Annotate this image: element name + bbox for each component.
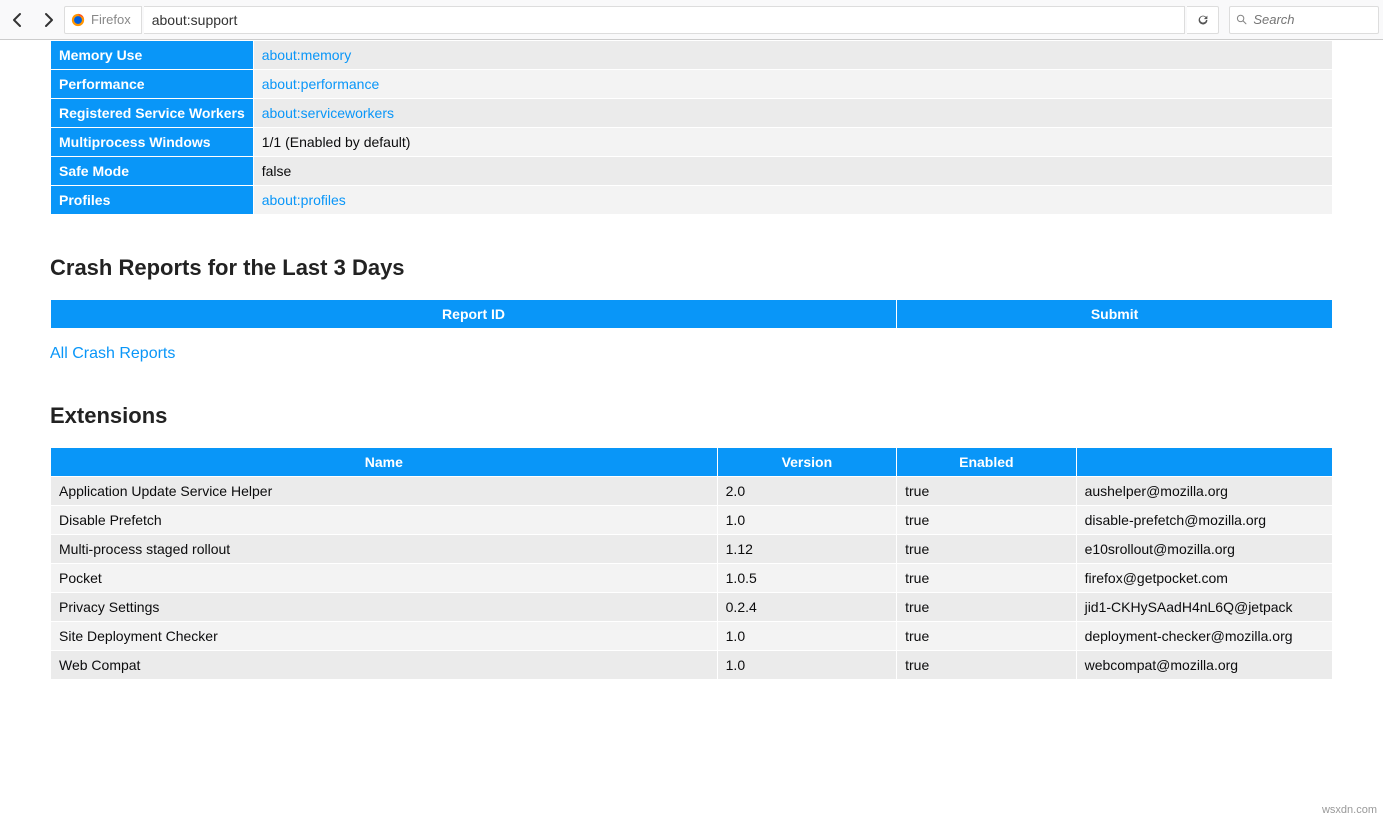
extensions-table: Name Version Enabled Application Update … bbox=[50, 447, 1333, 680]
ext-cell-id: deployment-checker@mozilla.org bbox=[1076, 622, 1332, 651]
basics-row-value[interactable]: about:memory bbox=[253, 41, 1332, 70]
extension-row: Pocket1.0.5truefirefox@getpocket.com bbox=[51, 564, 1333, 593]
ext-cell-version: 2.0 bbox=[717, 477, 896, 506]
reload-icon bbox=[1196, 13, 1210, 27]
extensions-heading: Extensions bbox=[50, 403, 1333, 429]
basics-link[interactable]: about:memory bbox=[262, 47, 351, 63]
url-bar[interactable] bbox=[144, 6, 1185, 34]
basics-row-value[interactable]: about:performance bbox=[253, 70, 1332, 99]
basics-link[interactable]: about:serviceworkers bbox=[262, 105, 394, 121]
extension-row: Site Deployment Checker1.0truedeployment… bbox=[51, 622, 1333, 651]
all-crash-reports-link[interactable]: All Crash Reports bbox=[50, 345, 175, 363]
ext-cell-enabled: true bbox=[897, 506, 1076, 535]
extension-row: Disable Prefetch1.0truedisable-prefetch@… bbox=[51, 506, 1333, 535]
ext-col-version: Version bbox=[717, 448, 896, 477]
ext-cell-id: jid1-CKHySAadH4nL6Q@jetpack bbox=[1076, 593, 1332, 622]
arrow-left-icon bbox=[10, 12, 26, 28]
arrow-right-icon bbox=[40, 12, 56, 28]
ext-cell-name: Web Compat bbox=[51, 651, 718, 680]
page-content: Memory Use about:memory Performance about:p… bbox=[0, 40, 1383, 700]
crash-reports-table: Report ID Submit bbox=[50, 299, 1333, 329]
ext-cell-id: e10srollout@mozilla.org bbox=[1076, 535, 1332, 564]
crash-reports-heading: Crash Reports for the Last 3 Days bbox=[50, 255, 1333, 281]
search-input[interactable] bbox=[1253, 12, 1372, 27]
basics-row-label: Performance bbox=[51, 70, 254, 99]
ext-cell-name: Site Deployment Checker bbox=[51, 622, 718, 651]
ext-cell-name: Privacy Settings bbox=[51, 593, 718, 622]
ext-cell-name: Disable Prefetch bbox=[51, 506, 718, 535]
ext-cell-id: firefox@getpocket.com bbox=[1076, 564, 1332, 593]
crash-col-report-id: Report ID bbox=[51, 300, 897, 329]
ext-cell-version: 1.12 bbox=[717, 535, 896, 564]
ext-cell-name: Application Update Service Helper bbox=[51, 477, 718, 506]
identity-label: Firefox bbox=[91, 12, 131, 27]
firefox-icon bbox=[71, 13, 85, 27]
watermark: wsxdn.com bbox=[1322, 804, 1377, 816]
search-box[interactable] bbox=[1229, 6, 1379, 34]
search-icon bbox=[1236, 13, 1247, 26]
basics-row-label: Registered Service Workers bbox=[51, 99, 254, 128]
basics-row-label: Multiprocess Windows bbox=[51, 128, 254, 157]
ext-cell-enabled: true bbox=[897, 535, 1076, 564]
ext-cell-version: 1.0.5 bbox=[717, 564, 896, 593]
ext-cell-id: webcompat@mozilla.org bbox=[1076, 651, 1332, 680]
ext-cell-version: 1.0 bbox=[717, 506, 896, 535]
ext-col-name: Name bbox=[51, 448, 718, 477]
basics-link[interactable]: about:profiles bbox=[262, 192, 346, 208]
basics-row-value[interactable]: about:serviceworkers bbox=[253, 99, 1332, 128]
ext-cell-version: 1.0 bbox=[717, 651, 896, 680]
extension-row: Privacy Settings0.2.4truejid1-CKHySAadH4… bbox=[51, 593, 1333, 622]
ext-cell-enabled: true bbox=[897, 622, 1076, 651]
ext-cell-enabled: true bbox=[897, 564, 1076, 593]
extension-row: Application Update Service Helper2.0true… bbox=[51, 477, 1333, 506]
ext-cell-version: 0.2.4 bbox=[717, 593, 896, 622]
basics-row-value: 1/1 (Enabled by default) bbox=[253, 128, 1332, 157]
basics-row-value: false bbox=[253, 157, 1332, 186]
crash-col-submitted: Submit bbox=[897, 300, 1333, 329]
ext-cell-enabled: true bbox=[897, 477, 1076, 506]
basics-link[interactable]: about:performance bbox=[262, 76, 380, 92]
forward-button[interactable] bbox=[34, 6, 62, 34]
ext-cell-enabled: true bbox=[897, 651, 1076, 680]
back-button[interactable] bbox=[4, 6, 32, 34]
extension-row: Multi-process staged rollout1.12truee10s… bbox=[51, 535, 1333, 564]
basics-row-label: Memory Use bbox=[51, 41, 254, 70]
ext-col-enabled: Enabled bbox=[897, 448, 1076, 477]
basics-row-label: Safe Mode bbox=[51, 157, 254, 186]
extension-row: Web Compat1.0truewebcompat@mozilla.org bbox=[51, 651, 1333, 680]
ext-cell-version: 1.0 bbox=[717, 622, 896, 651]
ext-cell-name: Pocket bbox=[51, 564, 718, 593]
ext-cell-name: Multi-process staged rollout bbox=[51, 535, 718, 564]
ext-cell-id: aushelper@mozilla.org bbox=[1076, 477, 1332, 506]
browser-toolbar: Firefox bbox=[0, 0, 1383, 40]
basics-row-value[interactable]: about:profiles bbox=[253, 186, 1332, 215]
reload-button[interactable] bbox=[1187, 6, 1219, 34]
app-basics-table: Memory Use about:memory Performance about:p… bbox=[50, 40, 1333, 215]
identity-box[interactable]: Firefox bbox=[64, 6, 142, 34]
ext-col-id bbox=[1076, 448, 1332, 477]
ext-cell-enabled: true bbox=[897, 593, 1076, 622]
basics-row-label: Profiles bbox=[51, 186, 254, 215]
ext-cell-id: disable-prefetch@mozilla.org bbox=[1076, 506, 1332, 535]
